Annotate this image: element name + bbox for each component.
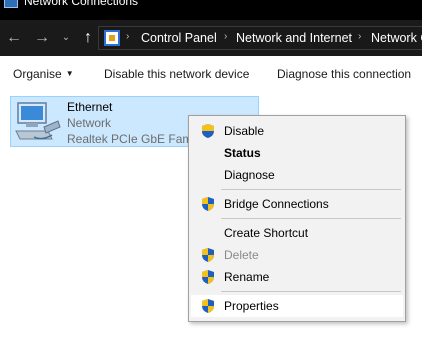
menu-item-label: Create Shortcut	[224, 226, 309, 240]
menu-item-create-shortcut[interactable]: Create Shortcut	[191, 222, 403, 244]
breadcrumb-separator[interactable]: ›	[224, 31, 227, 42]
title-bar: Network Connections	[0, 0, 422, 20]
chevron-down-icon: ⌄	[61, 32, 71, 43]
uac-shield-icon	[202, 248, 214, 262]
breadcrumb-network-and-internet[interactable]: Network and Internet	[236, 31, 352, 45]
disable-device-button[interactable]: Disable this network device	[104, 67, 249, 81]
menu-item-label: Disable	[224, 124, 265, 138]
connection-status: Network	[67, 116, 112, 130]
menu-item-delete[interactable]: Delete	[191, 244, 403, 266]
breadcrumb-separator[interactable]: ›	[126, 31, 129, 42]
arrow-right-icon: →	[34, 29, 50, 46]
menu-item-label: Bridge Connections	[224, 197, 329, 211]
breadcrumb-control-panel[interactable]: Control Panel	[141, 31, 217, 45]
menu-item-rename[interactable]: Rename	[191, 266, 403, 288]
connection-name: Ethernet	[67, 100, 113, 114]
menu-item-label: Rename	[224, 270, 270, 284]
breadcrumb-separator[interactable]: ›	[358, 31, 361, 42]
navigation-bar: ← → ⌄ ↑ › Control Panel › Network and In…	[0, 20, 422, 56]
ethernet-adapter-icon	[15, 102, 61, 140]
uac-shield-icon	[202, 197, 214, 211]
recent-locations-button[interactable]: ⌄	[58, 28, 74, 48]
organise-label: Organise	[13, 67, 62, 81]
menu-item-status[interactable]: Status	[191, 142, 403, 164]
menu-item-bridge-connections[interactable]: Bridge Connections	[191, 193, 403, 215]
context-menu: Disable Status Diagnose Bridge Connectio…	[188, 115, 406, 322]
organise-button[interactable]: Organise ▼	[13, 67, 74, 81]
menu-item-label: Diagnose	[224, 168, 275, 182]
menu-item-label: Delete	[224, 248, 259, 262]
menu-item-label: Status	[224, 146, 261, 160]
dropdown-caret-icon: ▼	[65, 69, 74, 78]
address-bar[interactable]: › Control Panel › Network and Internet ›…	[98, 26, 422, 50]
forward-button[interactable]: →	[32, 28, 52, 48]
uac-shield-icon	[202, 124, 214, 138]
uac-shield-icon	[202, 299, 214, 313]
arrow-up-icon: ↑	[84, 29, 92, 46]
arrow-left-icon: ←	[6, 29, 22, 46]
breadcrumb-network-connections[interactable]: Network Connections	[371, 31, 422, 45]
menu-item-properties[interactable]: Properties	[191, 295, 403, 317]
menu-separator	[221, 291, 401, 292]
diagnose-connection-button[interactable]: Diagnose this connection	[277, 67, 411, 81]
control-panel-icon	[104, 30, 120, 46]
uac-shield-icon	[202, 270, 214, 284]
menu-item-diagnose[interactable]: Diagnose	[191, 164, 403, 186]
menu-item-label: Properties	[224, 299, 279, 313]
window-title: Network Connections	[24, 0, 139, 8]
menu-separator	[221, 218, 401, 219]
network-connections-app-icon	[4, 0, 18, 8]
up-button[interactable]: ↑	[78, 28, 98, 48]
command-bar: Organise ▼ Disable this network device Di…	[0, 56, 422, 90]
back-button[interactable]: ←	[4, 28, 24, 48]
menu-separator	[221, 189, 401, 190]
menu-item-disable[interactable]: Disable	[191, 120, 403, 142]
